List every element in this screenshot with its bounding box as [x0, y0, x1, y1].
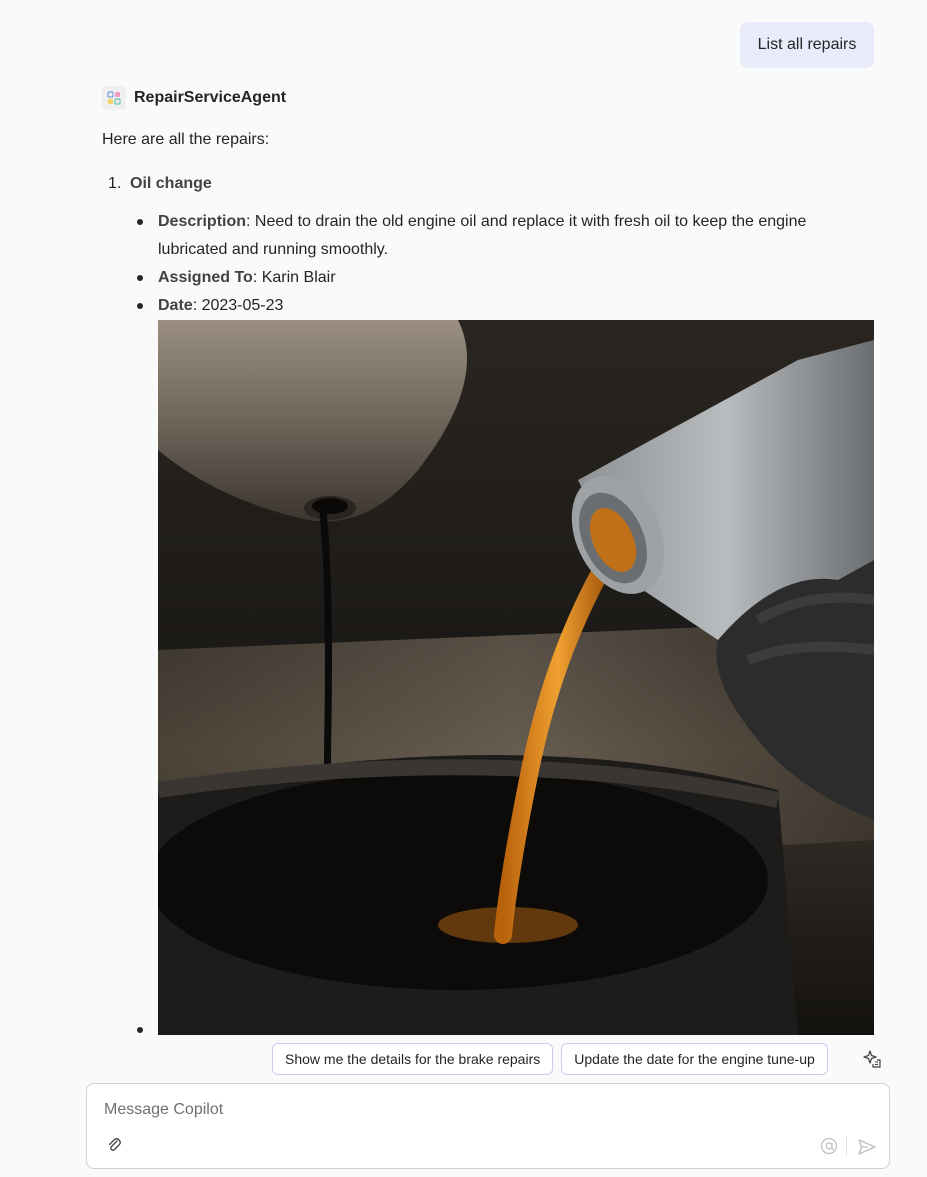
agent-intro-text: Here are all the repairs:: [102, 131, 270, 148]
repair-title: Oil change: [130, 175, 212, 192]
paperclip-icon[interactable]: [105, 1136, 123, 1154]
composer-divider: [846, 1136, 847, 1156]
suggestion-chip-brake-repairs[interactable]: Show me the details for the brake repair…: [272, 1043, 554, 1075]
list-item: Assigned To: Karin Blair: [136, 264, 856, 292]
assigned-label: Assigned To: [158, 269, 253, 286]
repair-details-list: Description: Need to drain the old engin…: [136, 208, 856, 320]
message-composer[interactable]: Message Copilot: [86, 1083, 890, 1169]
message-input[interactable]: Message Copilot: [104, 1101, 223, 1119]
at-icon[interactable]: [820, 1137, 838, 1155]
list-item: Date: 2023-05-23: [136, 292, 856, 320]
description-value: Need to drain the old engine oil and rep…: [158, 213, 807, 258]
agent-name: RepairServiceAgent: [134, 89, 287, 106]
agent-avatar-icon: [102, 86, 126, 110]
date-label: Date: [158, 297, 193, 314]
bullet-icon: [136, 208, 158, 264]
suggestion-chip-engine-tune-up[interactable]: Update the date for the engine tune-up: [561, 1043, 828, 1075]
description-label: Description: [158, 213, 247, 230]
agent-header: RepairServiceAgent: [102, 86, 286, 110]
bullet-icon: [136, 292, 158, 320]
user-message-bubble: List all repairs: [740, 22, 874, 68]
bullet-icon: [137, 1027, 143, 1033]
date-value: 2023-05-23: [201, 297, 284, 314]
sparkle-icon[interactable]: [862, 1048, 884, 1070]
assigned-value: Karin Blair: [261, 269, 336, 286]
send-icon[interactable]: [857, 1137, 877, 1157]
suggestion-chips: Show me the details for the brake repair…: [272, 1043, 836, 1075]
bullet-icon: [136, 264, 158, 292]
list-item: Description: Need to drain the old engin…: [136, 208, 856, 264]
oil-change-photo: [158, 320, 874, 1035]
list-item-number: 1.: [108, 175, 122, 192]
